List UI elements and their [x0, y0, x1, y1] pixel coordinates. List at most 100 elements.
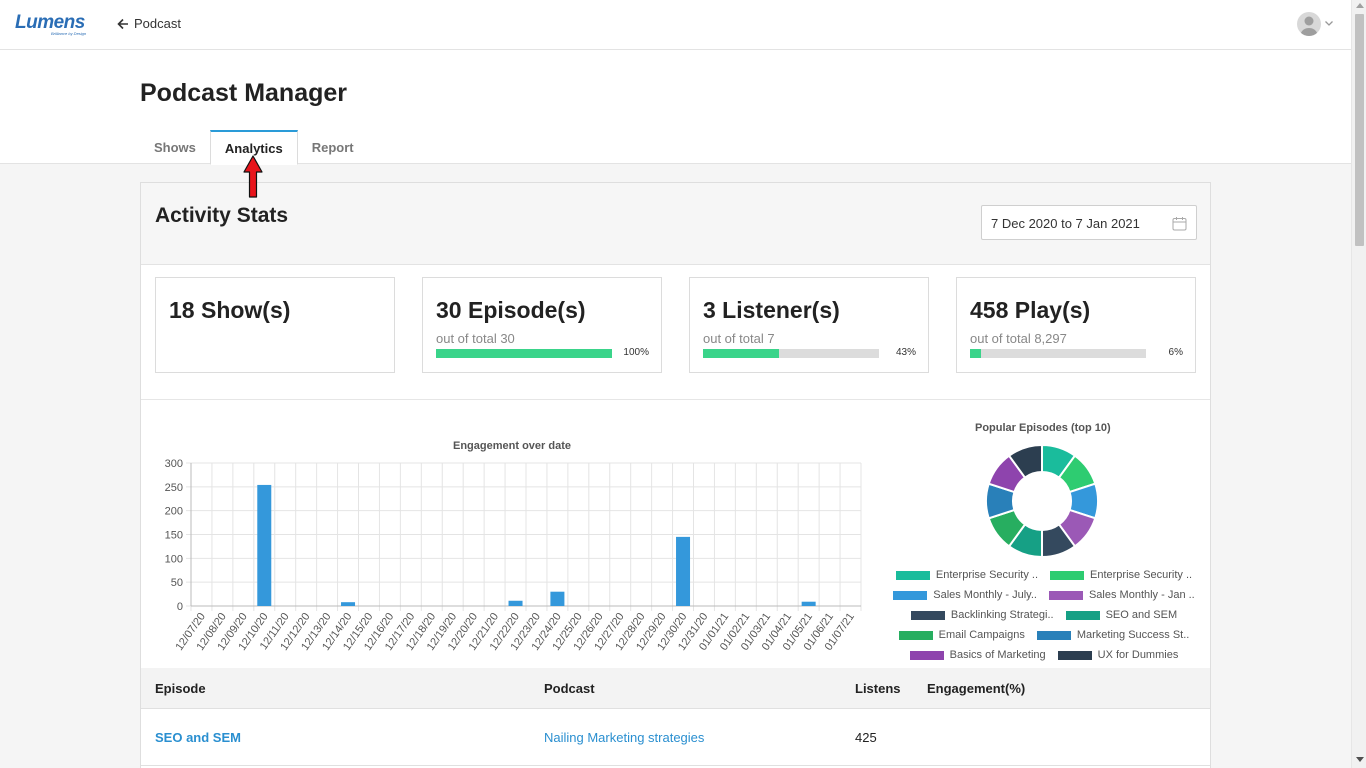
chevron-down-icon[interactable] — [1324, 18, 1334, 28]
bar[interactable] — [676, 536, 691, 606]
legend-label: Enterprise Security .. — [1090, 569, 1193, 581]
back-label: Podcast — [134, 16, 181, 31]
progress-bar — [703, 349, 879, 358]
legend-swatch — [1065, 610, 1100, 620]
divider — [141, 399, 1210, 400]
column-header-engagement[interactable]: Engagement(%) — [927, 681, 1025, 696]
y-tick-label: 200 — [165, 506, 183, 518]
legend-item[interactable]: Basics of Marketing — [909, 649, 1046, 661]
table-row: SEO and SEM Nailing Marketing strategies… — [141, 709, 1210, 766]
stat-plays-percent: 6% — [1168, 347, 1183, 358]
brand-name: Lumens — [15, 12, 85, 33]
column-header-listens[interactable]: Listens — [855, 681, 901, 696]
legend-swatch — [1050, 570, 1084, 580]
legend-row: Enterprise Security .. Enterprise Securit… — [889, 565, 1199, 585]
tab-shows[interactable]: Shows — [140, 130, 210, 164]
legend-item[interactable]: SEO and SEM — [1065, 609, 1178, 621]
engagement-bar-chart: 05010015020025030012/07/2012/08/2012/09/… — [165, 458, 862, 653]
stat-plays-total: out of total 8,297 — [970, 331, 1067, 346]
listens-value: 425 — [855, 730, 877, 745]
back-to-podcast-link[interactable]: Podcast — [116, 16, 181, 31]
legend-item[interactable]: Email Campaigns — [898, 629, 1025, 641]
date-range-picker[interactable]: 7 Dec 2020 to 7 Jan 2021 — [981, 205, 1197, 240]
progress-fill — [436, 349, 612, 358]
stat-episodes-total: out of total 30 — [436, 331, 515, 346]
tab-report[interactable]: Report — [298, 130, 368, 164]
legend-swatch — [1048, 590, 1083, 600]
popular-episodes-donut-chart — [985, 443, 1099, 559]
top-bar: Lumens Brilliance by Design Podcast — [0, 0, 1351, 50]
bar[interactable] — [508, 600, 523, 606]
legend-swatch — [893, 590, 928, 600]
legend-label: Basics of Marketing — [949, 649, 1046, 661]
legend-label: Enterprise Security .. — [935, 569, 1038, 581]
legend-label: Email Campaigns — [938, 629, 1025, 641]
bar[interactable] — [550, 591, 565, 606]
stat-card-shows: 18 Show(s) — [155, 277, 395, 373]
legend-row: Backlinking Strategi.. SEO and SEM — [889, 605, 1199, 625]
stat-listeners-value: 3 Listener(s) — [703, 297, 840, 323]
legend-label: UX for Dummies — [1097, 649, 1179, 661]
date-range-value: 7 Dec 2020 to 7 Jan 2021 — [991, 216, 1140, 231]
vertical-scrollbar[interactable] — [1351, 0, 1366, 768]
column-header-episode[interactable]: Episode — [155, 681, 206, 696]
legend-item[interactable]: Sales Monthly - Jan .. — [1048, 589, 1195, 601]
legend-label: Marketing Success St.. — [1076, 629, 1190, 641]
legend-item[interactable]: UX for Dummies — [1057, 649, 1179, 661]
stat-shows-value: 18 Show(s) — [169, 297, 291, 323]
scroll-up-arrow[interactable] — [1356, 3, 1364, 8]
page-header: Podcast Manager Shows Analytics Report — [0, 50, 1351, 165]
brand-logo[interactable]: Lumens Brilliance by Design — [15, 12, 87, 36]
y-tick-label: 50 — [171, 577, 183, 589]
chart-grid — [186, 462, 862, 611]
y-tick-label: 0 — [177, 601, 183, 613]
donut-chart-title: Popular Episodes (top 10) — [975, 422, 1111, 434]
stat-listeners-percent: 43% — [895, 347, 916, 358]
y-tick-label: 250 — [165, 482, 183, 494]
bar[interactable] — [801, 601, 816, 606]
stat-card-episodes: 30 Episode(s) out of total 30 100% — [422, 277, 662, 373]
progress-fill — [703, 349, 779, 358]
column-header-podcast[interactable]: Podcast — [544, 681, 595, 696]
stat-listeners-total: out of total 7 — [703, 331, 775, 346]
legend-item[interactable]: Marketing Success St.. — [1036, 629, 1190, 641]
legend-swatch — [1057, 650, 1092, 660]
user-avatar[interactable] — [1297, 12, 1321, 36]
bar[interactable] — [257, 484, 272, 606]
legend-item[interactable]: Backlinking Strategi.. — [910, 609, 1054, 621]
arrow-left-icon — [117, 18, 128, 29]
stat-episodes-value: 30 Episode(s) — [436, 297, 586, 323]
legend-swatch — [895, 570, 930, 580]
legend-row: Email Campaigns Marketing Success St.. — [889, 625, 1199, 645]
donut-legend: Enterprise Security .. Enterprise Securit… — [889, 565, 1199, 665]
legend-swatch — [909, 650, 944, 660]
page-title: Podcast Manager — [140, 79, 348, 107]
y-tick-label: 300 — [165, 458, 183, 470]
episodes-table: Episode Podcast Listens Engagement(%) SE… — [141, 668, 1210, 766]
stat-card-plays: 458 Play(s) out of total 8,297 6% — [956, 277, 1196, 373]
progress-bar — [970, 349, 1146, 358]
scroll-down-arrow[interactable] — [1356, 757, 1364, 762]
stat-plays-value: 458 Play(s) — [970, 297, 1091, 323]
legend-label: SEO and SEM — [1105, 609, 1178, 621]
legend-swatch — [910, 610, 945, 620]
legend-item[interactable]: Enterprise Security .. — [895, 569, 1038, 581]
podcast-link[interactable]: Nailing Marketing strategies — [544, 730, 704, 745]
legend-row: Basics of Marketing UX for Dummies — [889, 645, 1199, 665]
table-header: Episode Podcast Listens Engagement(%) — [141, 668, 1210, 709]
legend-item[interactable]: Sales Monthly - July.. — [893, 589, 1037, 601]
brand-tagline: Brilliance by Design — [51, 31, 87, 36]
stat-card-listeners: 3 Listener(s) out of total 7 43% — [689, 277, 929, 373]
progress-fill — [970, 349, 981, 358]
red-arrow-annotation — [243, 155, 263, 198]
y-tick-label: 100 — [165, 553, 183, 565]
scroll-thumb[interactable] — [1355, 14, 1364, 246]
legend-item[interactable]: Enterprise Security .. — [1050, 569, 1192, 581]
bar[interactable] — [341, 602, 356, 606]
calendar-icon — [1172, 217, 1187, 231]
y-tick-label: 150 — [165, 530, 183, 542]
section-title: Activity Stats — [155, 204, 289, 227]
activity-stats-card: Activity Stats 7 Dec 2020 to 7 Jan 2021 … — [140, 182, 1211, 768]
legend-swatch — [1036, 630, 1071, 640]
episode-link[interactable]: SEO and SEM — [155, 730, 241, 745]
